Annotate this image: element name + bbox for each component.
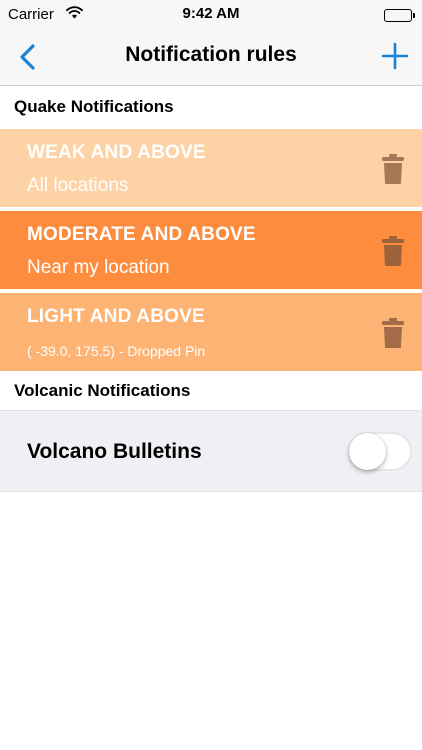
quake-rule-light[interactable]: LIGHT AND ABOVE ( -39.0, 175.5) - Droppe…: [0, 293, 422, 371]
volcanic-section-header: Volcanic Notifications: [0, 372, 422, 410]
quake-rule-weak[interactable]: WEAK AND ABOVE All locations: [0, 129, 422, 207]
status-bar: Carrier 9:42 AM: [0, 0, 422, 30]
quake-rule-moderate[interactable]: MODERATE AND ABOVE Near my location: [0, 211, 422, 289]
trash-icon[interactable]: [381, 317, 405, 349]
volcano-bulletins-label: Volcano Bulletins: [27, 440, 202, 463]
navigation-bar: Notification rules: [0, 30, 422, 86]
toggle-knob: [349, 433, 386, 470]
volcano-bulletins-toggle[interactable]: [348, 432, 412, 471]
rule-magnitude: LIGHT AND ABOVE: [27, 306, 205, 327]
rule-location: ( -39.0, 175.5) - Dropped Pin: [27, 343, 206, 359]
status-time: 9:42 AM: [182, 5, 240, 22]
trash-icon[interactable]: [381, 153, 405, 185]
volcano-bulletins-row: Volcano Bulletins: [0, 410, 422, 492]
rule-location: All locations: [27, 175, 129, 196]
trash-icon[interactable]: [381, 235, 405, 267]
quake-section-header: Quake Notifications: [0, 87, 422, 127]
plus-icon[interactable]: [380, 41, 410, 71]
rule-magnitude: WEAK AND ABOVE: [27, 142, 206, 163]
page-title: Notification rules: [125, 43, 297, 66]
rule-magnitude: MODERATE AND ABOVE: [27, 224, 256, 245]
rule-location: Near my location: [27, 257, 170, 278]
battery-icon: [384, 9, 415, 22]
